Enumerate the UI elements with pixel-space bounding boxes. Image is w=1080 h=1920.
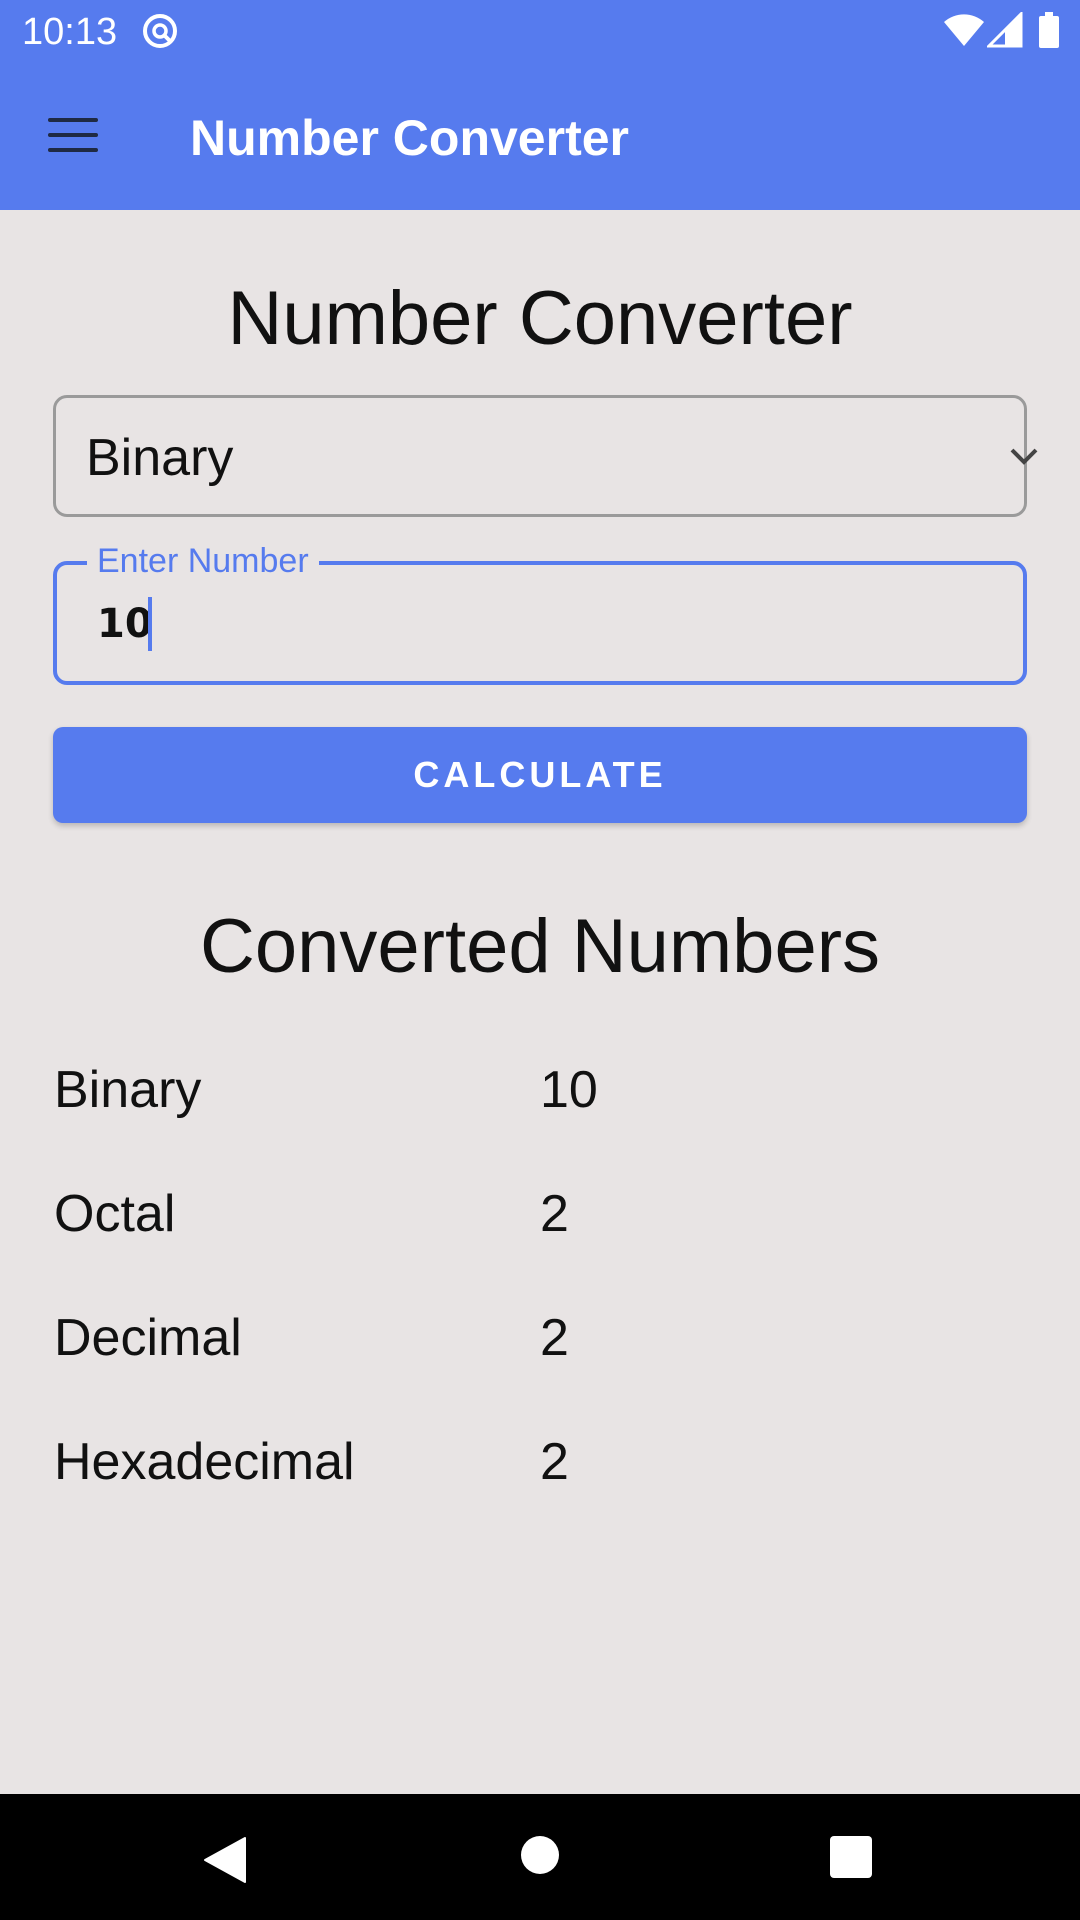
calculate-button[interactable]: CALCULATE <box>53 727 1027 823</box>
notification-icon <box>143 14 177 48</box>
status-bar: 10:13 <box>0 0 1080 64</box>
result-label: Binary <box>54 1061 202 1119</box>
menu-icon-line-middle <box>48 133 98 137</box>
base-select-dropdown[interactable]: Binary <box>53 395 1038 517</box>
result-row-decimal: Decimal 2 <box>0 1298 1080 1378</box>
status-time: 10:13 <box>22 11 118 53</box>
menu-icon-line-top <box>48 118 98 122</box>
app-bar-title: Number Converter <box>190 110 629 166</box>
text-cursor <box>148 597 152 651</box>
results-title: Converted Numbers <box>199 904 881 989</box>
result-value: 2 <box>540 1185 569 1243</box>
page-title: Number Converter <box>227 276 853 361</box>
chevron-down-icon <box>1010 448 1038 465</box>
menu-button[interactable] <box>28 100 118 170</box>
result-row-binary: Binary 10 <box>0 1050 1080 1130</box>
result-label: Decimal <box>54 1309 242 1367</box>
result-label: Octal <box>54 1185 176 1243</box>
result-row-octal: Octal 2 <box>0 1174 1080 1254</box>
result-value: 2 <box>540 1309 569 1367</box>
result-row-hexadecimal: Hexadecimal 2 <box>0 1422 1080 1502</box>
recents-icon[interactable] <box>830 1836 872 1878</box>
result-value: 10 <box>540 1061 598 1119</box>
base-select-value: Binary <box>86 429 234 487</box>
result-value: 2 <box>540 1433 569 1491</box>
wifi-icon <box>944 14 984 47</box>
signal-icon <box>987 12 1023 48</box>
result-label: Hexadecimal <box>54 1433 355 1491</box>
screen: 10:13 Number Converter Number Converter … <box>0 0 1080 1920</box>
system-nav-bar <box>0 1794 1080 1920</box>
home-icon[interactable] <box>520 1835 560 1875</box>
number-input-field[interactable]: Enter Number 10 <box>53 539 1027 685</box>
battery-icon <box>1039 12 1059 48</box>
number-input-label: Enter Number <box>87 539 319 583</box>
number-input[interactable]: 10 <box>97 599 153 649</box>
app-top-bar: 10:13 Number Converter <box>0 0 1080 210</box>
back-icon[interactable] <box>203 1836 247 1884</box>
menu-icon-line-bottom <box>48 148 98 152</box>
